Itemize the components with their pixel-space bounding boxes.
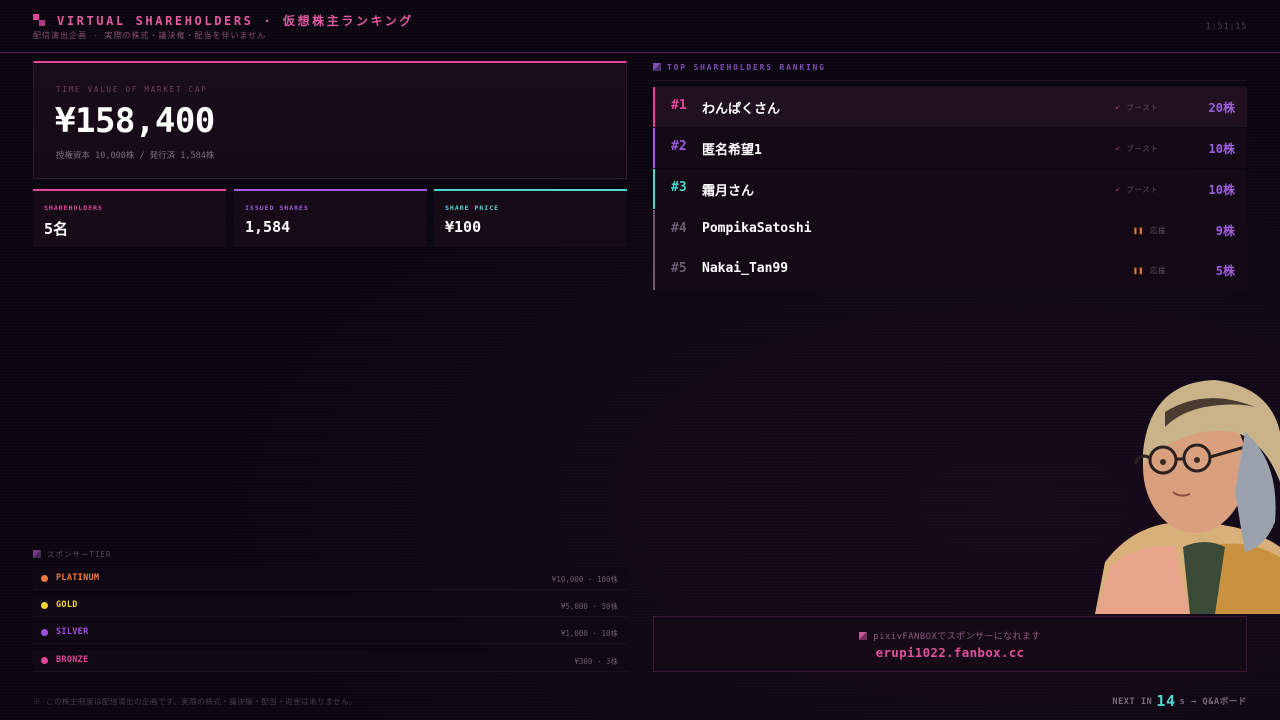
tier-row-bronze: BRONZE ¥300 · 3株 xyxy=(33,650,627,672)
tier-price: ¥1,000 · 10株 xyxy=(560,629,618,638)
stat-label: SHAREHOLDERS xyxy=(44,204,103,212)
next-countdown: NEXT IN 14 s → Q&Aボード xyxy=(1112,692,1247,710)
rank-badge: ➶ ブースト xyxy=(1115,143,1158,154)
stat-value: ¥100 xyxy=(445,218,482,236)
share-count: 5株 xyxy=(1215,264,1235,278)
market-cap-value: ¥158,400 xyxy=(55,101,215,141)
fanbox-panel: pixivFANBOXでスポンサーになれます erupi1022.fanbox.… xyxy=(653,616,1247,672)
rank-number: #4 xyxy=(671,221,687,236)
webcam-overlay xyxy=(1095,372,1280,614)
ranking-row-2: #2 匿名希望1 ➶ ブースト 10株 xyxy=(653,128,1247,168)
stat-card-shareholders: SHAREHOLDERS 5名 xyxy=(33,189,226,247)
rank-badge: ➶ ブースト xyxy=(1115,184,1158,195)
next-prefix: NEXT IN xyxy=(1112,697,1153,707)
tier-dot-icon xyxy=(41,575,48,582)
streamer-avatar xyxy=(1095,380,1280,614)
rank-badge: ➶ ブースト xyxy=(1115,102,1158,113)
tier-dot-icon xyxy=(41,602,48,609)
shareholder-name: PompikaSatoshi xyxy=(702,221,812,236)
ranking-row-5: #5 Nakai_Tan99 ❚❚ 応援 5株 xyxy=(653,250,1247,290)
stat-label: SHARE PRICE xyxy=(445,204,500,212)
stat-label: ISSUED SHARES xyxy=(245,204,309,212)
rank-number: #2 xyxy=(671,139,687,154)
rank-badge-label: ブースト xyxy=(1126,144,1159,153)
tier-row-platinum: PLATINUM ¥10,000 · 100株 xyxy=(33,568,627,590)
ranking-heading-icon xyxy=(653,63,661,71)
clock: 1:51:15 xyxy=(1205,22,1247,32)
rank-number: #1 xyxy=(671,98,687,113)
share-count: 20株 xyxy=(1208,101,1235,115)
tier-name: SILVER xyxy=(56,627,89,637)
page-title: VIRTUAL SHAREHOLDERS · 仮想株主ランキング xyxy=(57,14,415,28)
market-cap-panel: TIME VALUE OF MARKET CAP ¥158,400 授権資本 1… xyxy=(33,61,627,179)
rank-badge-label: ブースト xyxy=(1126,103,1159,112)
pause-icon: ❚❚ xyxy=(1133,266,1144,275)
page-subtitle: 配信演出企画 - 実際の株式・議決権・配当を伴いません xyxy=(33,31,267,40)
tier-heading-label: スポンサーTIER xyxy=(47,550,112,559)
pause-icon: ❚❚ xyxy=(1133,226,1144,235)
rocket-icon: ➶ xyxy=(1115,103,1121,112)
rank-number: #3 xyxy=(671,180,687,195)
tier-price: ¥300 · 3株 xyxy=(574,657,618,666)
stat-value: 1,584 xyxy=(245,218,291,236)
rank-badge-label: 応援 xyxy=(1149,266,1167,275)
tier-dot-icon xyxy=(41,657,48,664)
rocket-icon: ➶ xyxy=(1115,185,1121,194)
header: VIRTUAL SHAREHOLDERS · 仮想株主ランキング 配信演出企画 … xyxy=(0,0,1280,53)
fanbox-caption-text: pixivFANBOXでスポンサーになれます xyxy=(873,632,1041,642)
tier-heading: スポンサーTIER xyxy=(33,549,112,560)
tier-row-silver: SILVER ¥1,000 · 10株 xyxy=(33,622,627,644)
tier-name: BRONZE xyxy=(56,655,89,665)
ranking-heading: TOP SHAREHOLDERS RANKING xyxy=(653,63,826,72)
share-count: 10株 xyxy=(1208,183,1235,197)
next-suffix: s → Q&Aボード xyxy=(1179,697,1247,707)
tier-name: GOLD xyxy=(56,600,78,610)
tier-row-gold: GOLD ¥5,000 · 50株 xyxy=(33,595,627,617)
tier-price: ¥10,000 · 100株 xyxy=(551,575,618,584)
ranking-row-3: #3 霜月さん ➶ ブースト 10株 xyxy=(653,169,1247,209)
fanbox-caption: pixivFANBOXでスポンサーになれます xyxy=(654,629,1246,642)
rank-badge: ❚❚ 応援 xyxy=(1133,265,1166,276)
tier-dot-icon xyxy=(41,629,48,636)
tier-name: PLATINUM xyxy=(56,573,100,583)
rank-badge-label: ブースト xyxy=(1126,185,1159,194)
market-cap-detail: 授権資本 10,000株 / 発行済 1,584株 xyxy=(56,151,215,161)
next-count: 14 xyxy=(1156,692,1176,710)
divider xyxy=(653,80,1247,81)
share-count: 10株 xyxy=(1208,142,1235,156)
fanbox-icon xyxy=(859,632,868,640)
rank-number: #5 xyxy=(671,261,687,276)
rank-badge-label: 応援 xyxy=(1149,226,1167,235)
shareholder-name: 霜月さん xyxy=(702,184,755,199)
shareholder-name: Nakai_Tan99 xyxy=(702,261,789,276)
stat-value: 5名 xyxy=(44,220,69,238)
tier-price: ¥5,000 · 50株 xyxy=(560,602,618,611)
market-cap-label: TIME VALUE OF MARKET CAP xyxy=(56,85,208,94)
tier-heading-icon xyxy=(33,550,41,558)
ranking-heading-label: TOP SHAREHOLDERS RANKING xyxy=(667,63,826,72)
stat-card-issued-shares: ISSUED SHARES 1,584 xyxy=(234,189,427,247)
shareholder-name: 匿名希望1 xyxy=(702,143,762,158)
rank-badge: ❚❚ 応援 xyxy=(1133,225,1166,236)
shareholder-name: わんぱくさん xyxy=(702,102,781,117)
ranking-row-1: #1 わんぱくさん ➶ ブースト 20株 xyxy=(653,87,1247,127)
disclaimer: ※ この株主制度は配信演出の企画です。実際の株式・議決権・配当・返金はありません… xyxy=(33,697,358,706)
logo-icon xyxy=(33,14,45,26)
fanbox-link[interactable]: erupi1022.fanbox.cc xyxy=(654,645,1246,660)
share-count: 9株 xyxy=(1215,224,1235,238)
stat-card-share-price: SHARE PRICE ¥100 xyxy=(434,189,627,247)
rocket-icon: ➶ xyxy=(1115,144,1121,153)
ranking-row-4: #4 PompikaSatoshi ❚❚ 応援 9株 xyxy=(653,210,1247,250)
